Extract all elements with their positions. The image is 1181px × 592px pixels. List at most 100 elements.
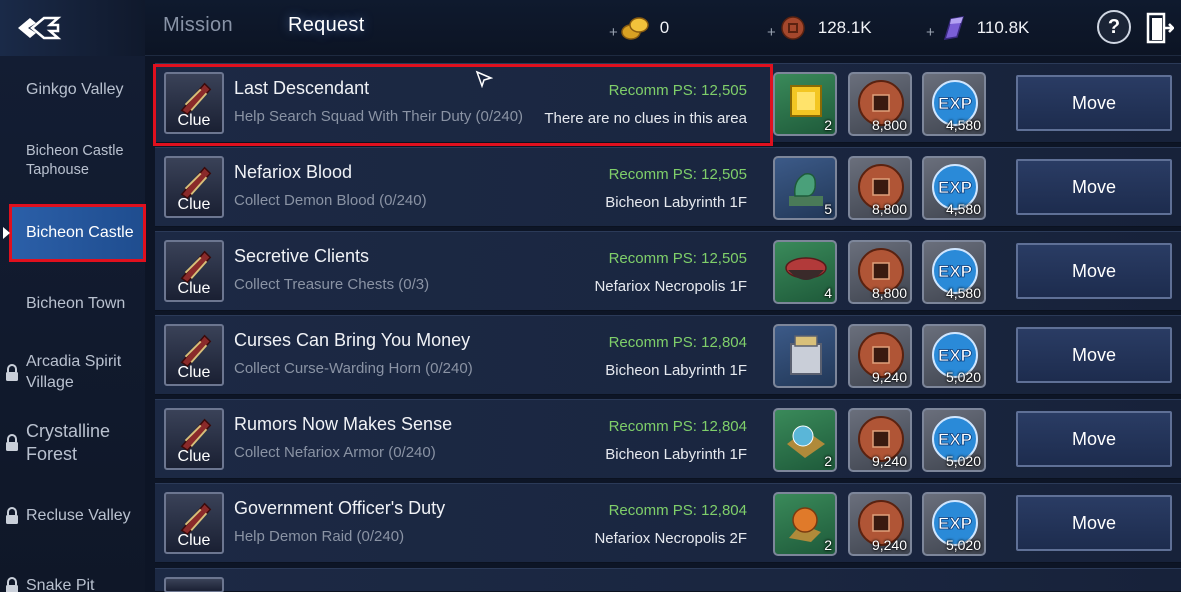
reward-exp[interactable]: EXP 4,580 [922,156,986,220]
sidebar-item-recluse-valley[interactable]: Recluse Valley [0,506,145,527]
clue-box[interactable]: Clue [164,492,224,554]
crystal-currency[interactable]: + 110.8K [926,14,1029,41]
crystal-value: 110.8K [976,17,1030,37]
reward-item[interactable] [773,324,837,388]
sidebar-item-arcadia-spirit-village[interactable]: Arcadia Spirit Village [0,352,140,394]
help-button[interactable]: ? [1097,10,1131,44]
reward-item[interactable]: 2 [773,492,837,556]
recommended-power: Recomm PS: 12,505 [608,250,747,267]
clue-label: Clue [177,112,211,129]
sidebar-item-label: Bicheon Town [26,295,126,312]
reward-exp-amount: 4,580 [945,117,981,133]
reward-copper-amount: 9,240 [871,453,907,469]
move-button[interactable]: Move [1016,495,1172,551]
reward-item[interactable]: 2 [773,408,837,472]
table-row[interactable]: Clue Curses Can Bring You Money Collect … [155,315,1181,395]
sidebar-item-ginkgo-valley[interactable]: Ginkgo Valley [0,80,145,101]
svg-text:EXP: EXP [938,346,972,365]
reward-copper[interactable]: 9,240 [848,492,912,556]
sidebar-item-label: Crystalline Forest [26,421,111,465]
reward-item[interactable]: 2 [773,72,837,136]
reward-copper[interactable]: 9,240 [848,408,912,472]
recommended-power: Recomm PS: 12,505 [608,166,747,183]
reward-exp[interactable]: EXP 5,020 [922,492,986,556]
move-button[interactable]: Move [1016,75,1172,131]
svg-text:EXP: EXP [938,262,972,281]
clue-box[interactable]: Clue [164,408,224,470]
active-arrow-icon [3,227,10,239]
reward-item[interactable]: 5 [773,156,837,220]
reward-copper[interactable]: 9,240 [848,324,912,388]
move-button[interactable]: Move [1016,411,1172,467]
reward-item-count: 2 [824,453,832,469]
reward-exp-amount: 5,020 [945,537,981,553]
sidebar-item-snake-pit[interactable]: Snake Pit [0,576,145,592]
table-row[interactable]: Clue Last Descendant Help Search Squad W… [155,63,1181,143]
quest-location: Bicheon Labyrinth 1F [605,446,747,463]
quest-location: Bicheon Labyrinth 1F [605,362,747,379]
lock-icon [6,577,18,592]
add-crystal-plus[interactable]: + [926,24,935,41]
reward-copper[interactable]: 8,800 [848,72,912,136]
table-row[interactable]: Clue Nefariox Blood Collect Demon Blood … [155,147,1181,227]
quest-location: Bicheon Labyrinth 1F [605,194,747,211]
gold-currency[interactable]: + 0 [609,14,669,41]
tab-request[interactable]: Request [288,14,365,37]
quest-title: Last Descendant [234,78,370,98]
reward-item[interactable]: 4 [773,240,837,304]
reward-copper-amount: 9,240 [871,369,907,385]
add-gold-plus[interactable]: + [609,24,618,41]
quest-title: Government Officer's Duty [234,498,446,518]
clue-label: Clue [177,196,211,213]
sidebar-item-bicheon-town[interactable]: Bicheon Town [0,294,145,315]
reward-copper[interactable]: 8,800 [848,156,912,220]
reward-exp[interactable]: EXP 5,020 [922,324,986,388]
purple-crystal-icon [943,15,964,40]
quest-title: Curses Can Bring You Money [234,330,471,350]
gold-coins-icon [621,16,649,40]
quest-description: Collect Curse-Warding Horn (0/240) [234,360,473,377]
table-row[interactable]: Clue Rumors Now Makes Sense Collect Nefa… [155,399,1181,479]
sidebar-item-bicheon-castle-taphouse[interactable]: Bicheon Castle Taphouse [0,142,140,180]
copper-currency[interactable]: + 128.1K [767,14,872,41]
clue-label: Clue [177,448,211,465]
move-button[interactable]: Move [1016,159,1172,215]
clue-box[interactable]: Clue [164,156,224,218]
silver-box-icon [790,335,822,375]
clue-box[interactable]: Clue [164,240,224,302]
lock-icon [6,507,18,524]
sidebar-item-label: Bicheon Castle [26,223,134,241]
exit-door-icon[interactable] [1146,12,1174,44]
table-row[interactable]: Clue Secretive Clients Collect Treasure … [155,231,1181,311]
svg-text:EXP: EXP [938,94,972,113]
quest-location: Nefariox Necropolis 2F [594,530,747,547]
clue-label: Clue [177,532,211,549]
reward-copper[interactable]: 8,800 [848,240,912,304]
reward-copper-amount: 8,800 [871,201,907,217]
recommended-power: Recomm PS: 12,804 [608,334,747,351]
tab-mission[interactable]: Mission [163,14,233,37]
reward-exp-amount: 4,580 [945,285,981,301]
cursor-icon [475,70,493,88]
reward-exp[interactable]: EXP 4,580 [922,72,986,136]
quest-title: Rumors Now Makes Sense [234,414,453,434]
gold-value: 0 [659,17,670,37]
back-button[interactable] [0,0,145,56]
reward-exp[interactable]: EXP 5,020 [922,408,986,472]
move-button[interactable]: Move [1016,243,1172,299]
quest-description: Collect Treasure Chests (0/3) [234,276,430,293]
clue-box[interactable]: Clue [164,72,224,134]
lock-icon [6,434,18,451]
clue-label: Clue [177,280,211,297]
clue-label: Clue [177,364,211,381]
region-sidebar: Ginkgo Valley Bicheon Castle Taphouse Bi… [0,56,146,592]
top-bar: Mission Request + 0 + 128.1K + 110.8K ? [0,0,1181,56]
clue-box[interactable]: Clue [164,324,224,386]
sidebar-item-bicheon-castle[interactable]: Bicheon Castle [3,204,146,262]
reward-exp-amount: 4,580 [945,201,981,217]
reward-exp[interactable]: EXP 4,580 [922,240,986,304]
sidebar-item-crystalline-forest[interactable]: Crystalline Forest [0,420,140,467]
table-row[interactable]: Clue Government Officer's Duty Help Demo… [155,483,1181,563]
move-button[interactable]: Move [1016,327,1172,383]
add-copper-plus[interactable]: + [767,24,776,41]
